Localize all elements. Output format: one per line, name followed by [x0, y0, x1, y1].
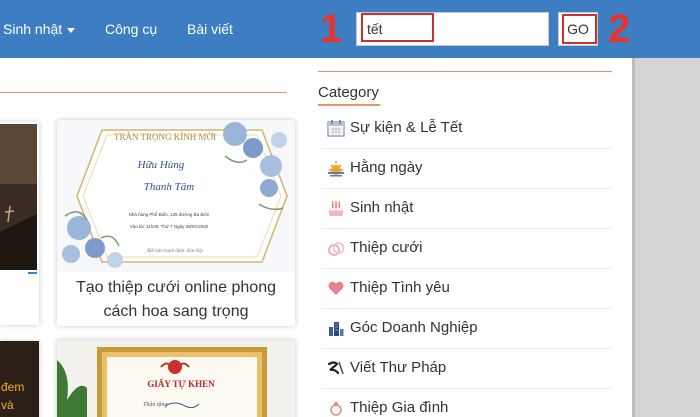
category-item-hang-ngay[interactable]: Hằng ngày — [322, 149, 612, 189]
card-title-line-1: Tạo thiệp cưới online phong — [76, 279, 276, 296]
category-item-viet-thu-phap[interactable]: Viết Thư Pháp — [322, 349, 612, 389]
category-label: Góc Doanh Nghiệp — [350, 319, 478, 336]
category-item-goc-doanh-nghiep[interactable]: Góc Doanh Nghiệp — [322, 309, 612, 349]
nav-item-label: Bài viết — [187, 21, 233, 37]
card-certificate[interactable]: GIẤY TỰ KHEN Thân tặng — [57, 340, 295, 417]
svg-text:TRÂN TRỌNG KÍNH MỜI: TRÂN TRỌNG KÍNH MỜI — [114, 132, 216, 142]
card-wedding-invitation[interactable]: TRÂN TRỌNG KÍNH MỜI Hữu Hùng Thanh Tâm N… — [57, 120, 295, 326]
building-icon — [329, 322, 344, 336]
category-label: Sinh nhật — [350, 199, 414, 216]
svg-text:Thân tặng: Thân tặng — [143, 402, 168, 408]
svg-text:Rất hân hạnh được đón tiếp: Rất hân hạnh được đón tiếp — [146, 249, 203, 254]
category-label: Thiệp Tình yêu — [350, 279, 450, 296]
heart-icon — [328, 281, 344, 295]
category-label: Viết Thư Pháp — [350, 359, 447, 376]
category-item-sinh-nhat[interactable]: Sinh nhật — [322, 189, 612, 229]
card-thumbnail: TRÂN TRỌNG KÍNH MỜI Hữu Hùng Thanh Tâm N… — [57, 120, 295, 272]
svg-text:Hữu Hùng: Hữu Hùng — [137, 159, 185, 171]
svg-text:Thanh Tâm: Thanh Tâm — [144, 181, 194, 193]
annotation-step-2: 2 — [608, 7, 631, 51]
card-partial-left-bottom[interactable]: đem và — [0, 341, 39, 417]
calligraphy-icon — [327, 361, 344, 375]
card-thumbnail: đem và — [0, 341, 39, 417]
card-partial-left-top[interactable] — [0, 122, 39, 325]
category-item-thiep-cuoi[interactable]: Thiệp cưới — [322, 229, 612, 269]
nav-item-bai-viet[interactable]: Bài viết — [187, 20, 233, 38]
sidebar-heading-underline — [318, 104, 380, 106]
category-item-thiep-tinh-yeu[interactable]: Thiệp Tình yêu — [322, 269, 612, 309]
annotation-step-1: 1 — [320, 7, 343, 51]
category-label: Hằng ngày — [350, 159, 423, 176]
chevron-down-icon — [67, 27, 76, 33]
sidebar-top-divider — [318, 71, 612, 72]
card-thumbnail — [0, 122, 39, 325]
top-navbar: Sinh nhật Công cụ Bài viết 1 GO 2 — [0, 0, 700, 58]
family-icon — [330, 402, 342, 416]
svg-text:GIẤY TỰ KHEN: GIẤY TỰ KHEN — [147, 379, 215, 389]
category-item-su-kien[interactable]: Sự kiện & Lễ Tết — [322, 109, 612, 149]
sunrise-icon — [328, 161, 344, 177]
cake-icon — [329, 201, 343, 216]
card-title-line-2: cách hoa sang trọng — [103, 303, 249, 320]
card-thumbnail: GIẤY TỰ KHEN Thân tặng — [57, 340, 295, 417]
category-item-thiep-gia-dinh[interactable]: Thiệp Gia đình — [322, 389, 612, 417]
calendar-icon — [327, 120, 345, 137]
nav-item-sinh-nhat[interactable]: Sinh nhật — [3, 20, 76, 38]
svg-text:Nhà hàng Phố Biển, 135 đường B: Nhà hàng Phố Biển, 135 đường Ba Biển — [129, 211, 210, 217]
go-button[interactable]: GO — [558, 12, 598, 46]
nav-item-label: Công cụ — [105, 21, 158, 37]
svg-text:và: và — [1, 398, 14, 412]
rings-icon — [328, 242, 345, 256]
search-input[interactable] — [356, 12, 549, 46]
svg-text:đem: đem — [1, 380, 24, 394]
section-divider — [0, 92, 287, 93]
category-label: Thiệp Gia đình — [350, 399, 449, 416]
page-edge-shadow — [632, 58, 635, 417]
category-label: Thiệp cưới — [350, 239, 423, 256]
nav-item-cong-cu[interactable]: Công cụ — [105, 20, 157, 38]
svg-text:Vào lúc 11h30, Thứ 7 Ngày 29/0: Vào lúc 11h30, Thứ 7 Ngày 29/02/2020 — [130, 224, 209, 229]
nav-item-label: Sinh nhật — [3, 21, 63, 37]
category-label: Sự kiện & Lễ Tết — [350, 119, 463, 136]
sidebar-heading: Category — [318, 84, 379, 101]
